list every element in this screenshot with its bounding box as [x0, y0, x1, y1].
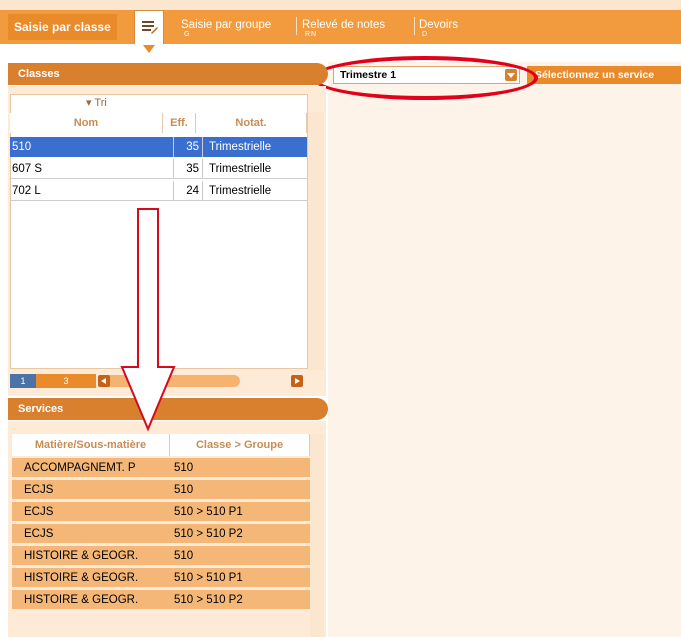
service-subject: ECJS — [24, 484, 54, 496]
chevron-right-icon[interactable] — [291, 375, 303, 387]
col-header-notation[interactable]: Notat. — [196, 113, 307, 133]
tab-saisie-par-groupe[interactable]: Saisie par groupe — [181, 16, 271, 34]
grid-edit-icon[interactable] — [134, 10, 164, 44]
class-notation: Trimestrielle — [209, 163, 272, 175]
highlight-ring — [312, 56, 538, 100]
classes-header: Classes — [8, 63, 328, 85]
service-group: 510 > 510 P2 — [174, 528, 243, 540]
tab-separator — [414, 17, 415, 35]
class-notation: Trimestrielle — [209, 185, 272, 197]
service-group: 510 > 510 P2 — [174, 594, 243, 606]
down-arrow-icon — [120, 208, 176, 432]
class-name: 702 L — [12, 185, 41, 197]
class-eff: 24 — [173, 181, 203, 201]
tab-shortcut-hint: G — [184, 31, 191, 38]
service-row[interactable]: ECJS 510 > 510 P2 — [12, 524, 310, 544]
class-eff: 35 — [173, 137, 203, 157]
pager-current[interactable]: 1 — [10, 374, 36, 388]
service-group: 510 — [174, 462, 194, 474]
service-subject: HISTOIRE & GEOGR. — [24, 572, 139, 584]
sort-control[interactable]: ▾ Tri — [86, 96, 107, 109]
col-header-eff[interactable]: Eff. — [163, 113, 196, 133]
col-header-nom[interactable]: Nom — [10, 113, 163, 133]
sort-label: Tri — [94, 97, 107, 109]
service-row[interactable]: HISTOIRE & GEOGR. 510 — [12, 546, 310, 566]
active-tab-pointer — [143, 45, 155, 53]
service-content-area — [328, 62, 681, 637]
class-eff: 35 — [173, 159, 203, 179]
service-row[interactable]: HISTOIRE & GEOGR. 510 > 510 P1 — [12, 568, 310, 588]
service-row[interactable]: ECJS 510 > 510 P1 — [12, 502, 310, 522]
classes-scrollbar[interactable] — [308, 112, 324, 370]
service-subject: ECJS — [24, 506, 54, 518]
tab-shortcut-hint: RN — [305, 31, 318, 38]
class-row[interactable]: 702 L 24 Trimestrielle — [10, 181, 307, 201]
col-header-classe-groupe[interactable]: Classe > Groupe — [170, 434, 310, 456]
tab-shortcut-hint: D — [422, 31, 429, 38]
service-group: 510 > 510 P1 — [174, 506, 243, 518]
service-hint: Sélectionnez un service — [527, 66, 681, 84]
class-row[interactable]: 510 35 Trimestrielle — [10, 137, 307, 157]
service-subject: HISTOIRE & GEOGR. — [24, 550, 139, 562]
col-header-matiere[interactable]: Matière/Sous-matière — [12, 434, 170, 456]
services-scrollbar[interactable] — [310, 434, 324, 637]
service-subject: HISTOIRE & GEOGR. — [24, 594, 139, 606]
service-row[interactable]: ECJS 510 — [12, 480, 310, 500]
top-tab-bar: Saisie par classe Saisie par groupe G Re… — [0, 0, 681, 44]
pager-total[interactable]: 3 — [36, 374, 96, 388]
class-row[interactable]: 607 S 35 Trimestrielle — [10, 159, 307, 179]
chevron-left-icon[interactable] — [98, 375, 110, 387]
service-group: 510 > 510 P1 — [174, 572, 243, 584]
service-subject: ACCOMPAGNEMT. P — [24, 462, 136, 474]
service-subject: ECJS — [24, 528, 54, 540]
tab-separator — [296, 17, 297, 35]
service-group: 510 — [174, 550, 194, 562]
class-name: 510 — [12, 141, 32, 153]
class-name: 607 S — [12, 163, 43, 175]
service-group: 510 — [174, 484, 194, 496]
class-notation: Trimestrielle — [209, 141, 272, 153]
service-row[interactable]: ACCOMPAGNEMT. P 510 — [12, 458, 310, 478]
tab-saisie-par-classe[interactable]: Saisie par classe — [8, 14, 117, 40]
service-row[interactable]: HISTOIRE & GEOGR. 510 > 510 P2 — [12, 590, 310, 610]
